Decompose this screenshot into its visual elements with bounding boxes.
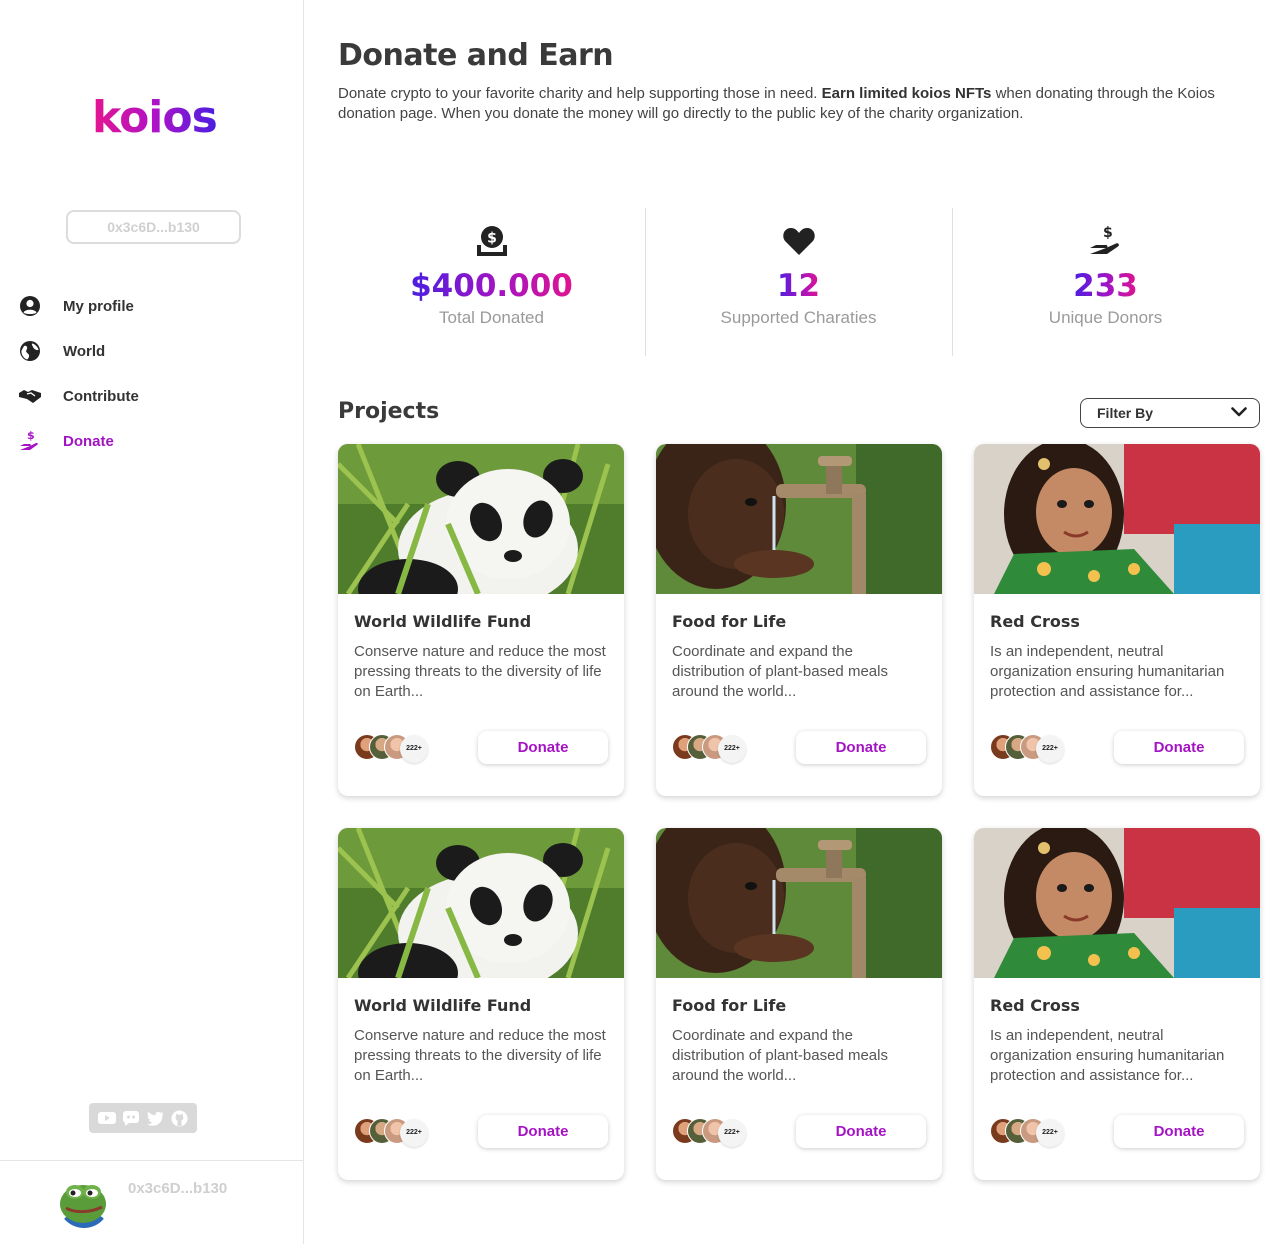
sidebar-divider [0,1160,304,1161]
donor-avatars: 222+ [672,734,762,763]
project-card[interactable]: Red Cross Is an independent, neutral org… [974,444,1260,796]
project-description: Coordinate and expand the distribution o… [672,1027,888,1084]
stat-label: Unique Donors [1048,308,1163,327]
project-card[interactable]: Food for Life Coordinate and expand the … [656,828,942,1180]
donate-button[interactable]: Donate [796,1115,926,1148]
stat-supported-charities: 12 Supported Charaties [645,206,952,356]
project-card[interactable]: Food for Life Coordinate and expand the … [656,444,942,796]
hand-dollar-icon: $ [1089,224,1123,258]
donate-button[interactable]: Donate [1114,731,1244,764]
project-image [656,444,942,594]
project-title: Food for Life [672,612,787,631]
chevron-down-icon [1231,404,1247,422]
project-description: Is an independent, neutral organization … [990,1027,1225,1084]
svg-text:$: $ [1103,225,1113,241]
donate-button[interactable]: Donate [796,731,926,764]
globe-icon [18,339,42,363]
stat-value: 233 [1073,268,1138,304]
project-title: Red Cross [990,996,1080,1015]
stat-label: Supported Charaties [720,308,877,327]
donor-count-badge: 222+ [1036,1119,1064,1147]
project-title: Food for Life [672,996,787,1015]
donor-avatars: 222+ [672,1118,762,1147]
sidebar-item-my-profile[interactable]: My profile [18,292,288,320]
project-title: World Wildlife Fund [354,612,532,631]
project-image [974,828,1260,978]
intro-text-bold: Earn limited koios NFTs [821,85,992,102]
stat-unique-donors: $ 233 Unique Donors [952,206,1259,356]
donor-avatars: 222+ [354,1118,444,1147]
donor-count-badge: 222+ [718,735,746,763]
sidebar-item-label: Contribute [63,387,139,405]
project-description: Conserve nature and reduce the most pres… [354,643,606,700]
wallet-address-button[interactable]: 0x3c6D...b130 [66,210,241,244]
project-card[interactable]: Red Cross Is an independent, neutral org… [974,828,1260,1180]
footer-wallet-address: 0x3c6D...b130 [128,1180,228,1197]
heart-icon [782,224,816,258]
sidebar-item-contribute[interactable]: Contribute [18,382,288,410]
sidebar-item-label: Donate [63,432,114,450]
social-links [89,1103,197,1133]
filter-dropdown[interactable]: Filter By [1080,398,1260,428]
donor-count-badge: 222+ [400,735,428,763]
project-image [656,828,942,978]
avatar[interactable] [58,1176,110,1228]
page-title: Donate and Earn [338,38,614,73]
project-image [338,828,624,978]
money-bag-icon: $ [475,224,509,258]
project-title: World Wildlife Fund [354,996,532,1015]
intro-text: Donate crypto to your favorite charity a… [338,84,1238,124]
project-image [338,444,624,594]
sidebar-item-donate[interactable]: $ Donate [18,427,288,455]
donor-avatars: 222+ [354,734,444,763]
user-circle-icon [18,294,42,318]
donate-button[interactable]: Donate [478,731,608,764]
donor-count-badge: 222+ [718,1119,746,1147]
handshake-icon [18,384,42,408]
twitter-icon[interactable] [146,1109,164,1127]
svg-text:$: $ [27,429,35,442]
sidebar-nav: My profile World Contribute $ Donate [18,292,288,472]
stat-value: 12 [776,268,821,304]
project-description: Coordinate and expand the distribution o… [672,643,888,700]
project-title: Red Cross [990,612,1080,631]
projects-title: Projects [338,399,440,424]
github-icon[interactable] [170,1109,188,1127]
youtube-icon[interactable] [98,1109,116,1127]
project-description: Conserve nature and reduce the most pres… [354,1027,606,1084]
sidebar-item-label: World [63,342,106,360]
project-description: Is an independent, neutral organization … [990,643,1225,700]
project-card[interactable]: World Wildlife Fund Conserve nature and … [338,828,624,1180]
sidebar-item-label: My profile [63,297,134,315]
project-image [974,444,1260,594]
stat-total-donated: $ $400.000 Total Donated [338,206,645,356]
donor-avatars: 222+ [990,1118,1080,1147]
sidebar-item-world[interactable]: World [18,337,288,365]
svg-text:$: $ [487,231,497,247]
stat-label: Total Donated [439,308,544,327]
filter-label: Filter By [1097,405,1154,421]
discord-icon[interactable] [122,1109,140,1127]
donor-count-badge: 222+ [1036,735,1064,763]
donor-count-badge: 222+ [400,1119,428,1147]
stats-row: $ $400.000 Total Donated 12 Supported Ch… [338,206,1260,356]
sidebar: koios 0x3c6D...b130 My profile World Con… [0,0,304,1244]
donate-button[interactable]: Donate [478,1115,608,1148]
donate-button[interactable]: Donate [1114,1115,1244,1148]
stat-value: $400.000 [410,268,573,304]
intro-text-part: Donate crypto to your favorite charity a… [338,85,822,102]
project-card[interactable]: World Wildlife Fund Conserve nature and … [338,444,624,796]
hand-dollar-icon: $ [18,429,42,453]
donor-avatars: 222+ [990,734,1080,763]
koios-logo[interactable]: koios [92,92,218,143]
